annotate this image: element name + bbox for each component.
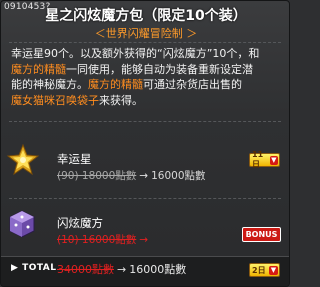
arrow-right-icon: →: [117, 263, 127, 276]
arrow-down-icon: ▼: [269, 155, 278, 165]
description: 幸运星90个。以及额外获得的“闪炫魔方”10个，和 魔方的精髓一同使用，能够自动为…: [11, 47, 260, 107]
item-tooltip: 0910453? 星之闪炫魔方包（限定10个装） ＜世界闪耀冒险制 ＞ 幸运星9…: [0, 0, 290, 287]
count-badge: 2日 ▼: [249, 263, 280, 277]
arrow-down-icon: ▼: [269, 265, 278, 275]
item-price: (10) 16000點數 →: [57, 232, 151, 247]
total-price: 34000點數 → 16000點數: [57, 261, 186, 277]
sale-price: 16000點數: [151, 170, 206, 182]
tooltip-title: 星之闪炫魔方包（限定10个装）: [45, 8, 247, 24]
sale-total: 16000點數: [129, 263, 187, 276]
count-badge: 11日 ▼: [249, 150, 280, 169]
divider: [9, 42, 281, 43]
item-price: (90) 18000點數 → 16000點數: [57, 168, 206, 183]
arrow-right-icon: →: [139, 170, 149, 182]
highlight-text: 魔女猫咪召唤袋子: [11, 93, 99, 107]
arrow-right-icon: →: [139, 234, 149, 246]
divider: [9, 121, 281, 122]
original-price: (90) 18000點數: [57, 170, 137, 182]
original-total: 34000點數: [57, 263, 114, 276]
star-item-icon: [6, 143, 40, 176]
item-name: 幸运星: [57, 152, 92, 166]
bonus-badge: BONUS: [242, 227, 281, 242]
highlight-text: 魔方的精髓: [88, 78, 143, 91]
item-name: 闪炫魔方: [57, 216, 103, 230]
original-price: (10) 16000點數: [57, 234, 137, 246]
highlight-text: 魔方的精髓: [11, 62, 66, 76]
divider: [9, 198, 281, 199]
total-label: ▶ TOTAL: [11, 263, 57, 273]
magic-cube-icon: [7, 209, 37, 239]
tooltip-subtitle: ＜世界闪耀冒险制 ＞: [94, 27, 198, 40]
arrow-right-icon: ▶: [11, 263, 19, 273]
